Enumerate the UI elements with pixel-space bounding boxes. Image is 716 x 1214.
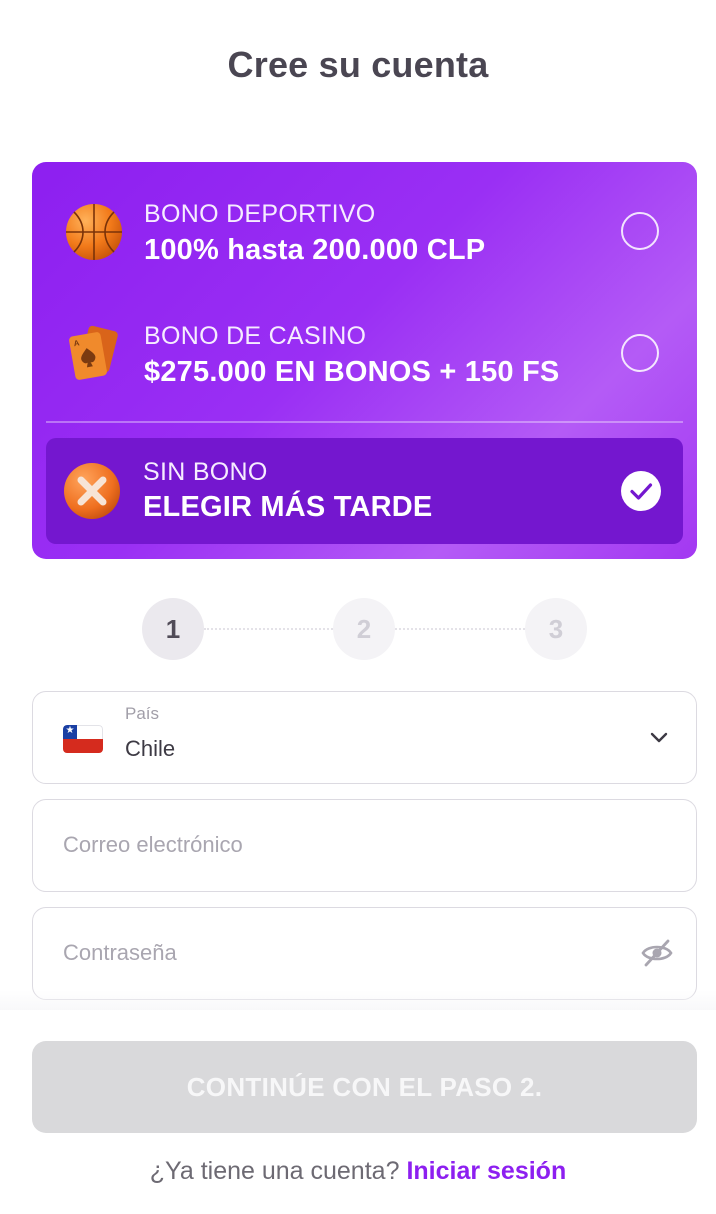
eye-hidden-icon[interactable]	[640, 938, 674, 968]
bonus-value-label: 100% hasta 200.000 CLP	[144, 234, 486, 266]
bonus-divider	[46, 421, 683, 423]
chile-flag-icon: ★	[63, 725, 103, 753]
checkmark-icon	[630, 483, 653, 500]
chevron-down-icon[interactable]	[646, 724, 672, 750]
bonus-value-label: $275.000 EN BONOS + 150 FS	[144, 356, 560, 388]
step-2: 2	[333, 598, 395, 660]
password-placeholder: Contraseña	[63, 940, 177, 965]
password-field[interactable]: Contraseña	[32, 907, 697, 1000]
footer-shadow	[0, 990, 716, 1010]
bonus-kind-label: BONO DEPORTIVO	[144, 200, 376, 228]
bonus-option-sports[interactable]: BONO DEPORTIVO 100% hasta 200.000 CLP	[32, 180, 697, 290]
continue-button[interactable]: CONTINÚE CON EL PASO 2.	[32, 1041, 697, 1133]
playing-card-icon: A	[69, 325, 118, 380]
step-indicator: 1 2 3	[142, 598, 588, 660]
has-account-text: ¿Ya tiene una cuenta?	[149, 1157, 400, 1185]
email-field[interactable]: Correo electrónico	[32, 799, 697, 892]
login-prompt: ¿Ya tiene una cuenta? Iniciar sesión	[0, 1157, 716, 1186]
page-title: Cree su cuenta	[227, 44, 489, 85]
step-connector	[395, 628, 525, 630]
email-placeholder: Correo electrónico	[63, 832, 243, 857]
bonus-radio-none-checked[interactable]	[621, 471, 661, 511]
login-link[interactable]: Iniciar sesión	[406, 1157, 566, 1185]
bonus-selector: BONO DEPORTIVO 100% hasta 200.000 CLP A …	[32, 162, 697, 559]
bonus-option-casino[interactable]: A BONO DE CASINO $275.000 EN BONOS + 150…	[32, 302, 697, 412]
bonus-value-label: ELEGIR MÁS TARDE	[143, 491, 433, 523]
no-bonus-x-icon	[64, 463, 120, 519]
bonus-kind-label: SIN BONO	[143, 458, 268, 486]
step-3: 3	[525, 598, 587, 660]
bonus-kind-label: BONO DE CASINO	[144, 322, 367, 350]
bonus-option-none[interactable]: SIN BONO ELEGIR MÁS TARDE	[46, 438, 683, 544]
bonus-radio-casino[interactable]	[621, 334, 659, 372]
basketball-icon	[66, 204, 122, 260]
country-label: País	[125, 704, 160, 723]
step-1: 1	[142, 598, 204, 660]
bonus-radio-sports[interactable]	[621, 212, 659, 250]
country-select[interactable]: ★ País Chile	[32, 691, 697, 784]
country-value: Chile	[125, 736, 176, 761]
step-connector	[204, 628, 333, 630]
